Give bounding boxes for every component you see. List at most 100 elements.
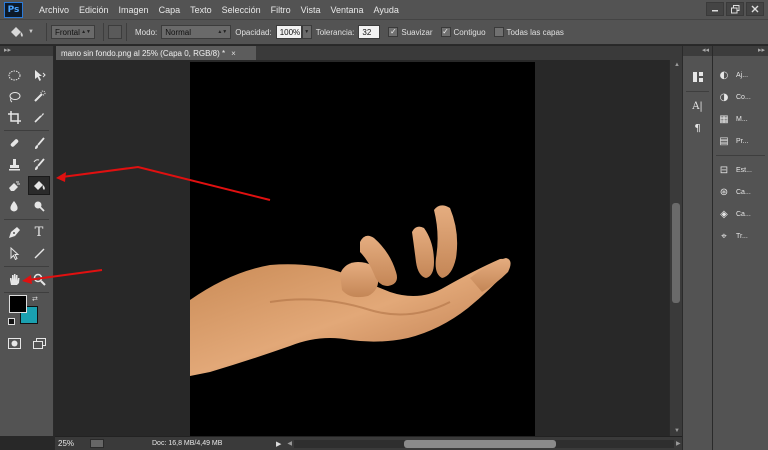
panel-layers[interactable]: ◈ Ca... [713, 203, 768, 225]
status-menu-arrow[interactable]: ▶ [276, 440, 281, 448]
toolbar-grip[interactable] [0, 56, 53, 65]
contiguous-checkbox[interactable]: ✓ [440, 27, 451, 37]
eyedropper-icon[interactable] [28, 108, 50, 127]
path-selection-icon[interactable] [3, 244, 25, 263]
fill-source-dropdown[interactable]: Frontal ▲▼ [51, 25, 95, 39]
panel-label: Ca... [736, 188, 751, 196]
hand-icon[interactable] [3, 270, 25, 289]
screen-mode-icon[interactable] [28, 334, 50, 353]
zoom-icon[interactable] [28, 270, 50, 289]
move-icon[interactable] [28, 66, 50, 85]
history-brush-icon[interactable] [28, 155, 50, 174]
smooth-checkbox[interactable]: ✓ [388, 27, 399, 37]
marquee-icon[interactable] [3, 66, 25, 85]
all-layers-option[interactable]: Todas las capas [493, 27, 564, 37]
panel-paths[interactable]: ⌖ Tr... [713, 225, 768, 247]
menu-ayuda[interactable]: Ayuda [369, 5, 404, 15]
menu-bar: Ps Archivo Edición Imagen Capa Texto Sel… [0, 0, 768, 19]
options-divider [126, 23, 127, 41]
foreground-color-swatch[interactable] [9, 295, 27, 313]
zoom-level[interactable]: 25% [58, 439, 90, 448]
panel-properties[interactable]: ▤ Pr... [713, 130, 768, 152]
menu-ventana[interactable]: Ventana [326, 5, 369, 15]
panel-adjustments[interactable]: ◐ Aj... [713, 64, 768, 86]
menu-imagen[interactable]: Imagen [114, 5, 154, 15]
quick-mask-icon[interactable] [3, 334, 25, 353]
dodge-icon[interactable] [28, 197, 50, 216]
menu-seleccion[interactable]: Selección [217, 5, 266, 15]
pen-icon[interactable] [3, 223, 25, 242]
healing-brush-icon[interactable] [3, 134, 25, 153]
type-icon[interactable]: T [28, 223, 50, 242]
restore-icon[interactable] [726, 2, 744, 16]
document-tab[interactable]: mano sin fondo.png al 25% (Capa 0, RGB/8… [56, 46, 256, 60]
tab-strip [256, 46, 684, 60]
dock-collapse-handle[interactable]: ◂◂ [683, 46, 712, 56]
swap-colors-icon[interactable]: ⇄ [32, 295, 38, 303]
menu-vista[interactable]: Vista [296, 5, 326, 15]
clone-stamp-icon[interactable] [3, 155, 25, 174]
blur-icon[interactable] [3, 197, 25, 216]
opacity-label: Opacidad: [235, 27, 272, 37]
mode-dropdown[interactable]: Normal ▲▼ [161, 25, 232, 39]
menu-capa[interactable]: Capa [154, 5, 186, 15]
paint-bucket-icon[interactable] [28, 176, 50, 195]
quick-selection-icon[interactable] [28, 87, 50, 106]
mode-label: Modo: [135, 27, 158, 37]
properties-icon: ▤ [719, 135, 729, 147]
smooth-option[interactable]: ✓ Suavizar [388, 27, 433, 37]
tool-row [0, 65, 53, 86]
history-panel-icon[interactable] [683, 66, 712, 88]
brush-icon[interactable] [28, 134, 50, 153]
tool-divider [4, 266, 49, 267]
scroll-down-icon[interactable]: ▼ [674, 428, 680, 434]
vertical-scroll-thumb[interactable] [672, 203, 680, 303]
close-icon[interactable] [746, 2, 764, 16]
line-icon[interactable] [28, 244, 50, 263]
channels-icon: ⊛ [719, 186, 729, 198]
menu-filtro[interactable]: Filtro [266, 5, 296, 15]
tools-panel: ▸▸ T ⇄ [0, 46, 54, 436]
minimize-icon[interactable] [706, 2, 724, 16]
proof-setup-icon[interactable] [90, 439, 104, 448]
vertical-scrollbar[interactable]: ▲ ▼ [669, 60, 682, 436]
default-colors-icon[interactable] [8, 318, 15, 325]
menu-archivo[interactable]: Archivo [34, 5, 74, 15]
panel-label: Co... [736, 93, 751, 101]
scroll-left-icon[interactable]: ◀ [287, 440, 292, 447]
menu-texto[interactable]: Texto [185, 5, 217, 15]
close-icon[interactable]: × [231, 49, 236, 58]
crop-icon[interactable] [3, 108, 25, 127]
document-canvas[interactable] [190, 62, 535, 436]
options-bar: ▼ Frontal ▲▼ Modo: Normal ▲▼ Opacidad: 1… [0, 19, 768, 45]
toolbar-collapse-handle[interactable]: ▸▸ [0, 46, 53, 56]
panel-channels[interactable]: ⊛ Ca... [713, 181, 768, 203]
eraser-icon[interactable] [3, 176, 25, 195]
contiguous-option[interactable]: ✓ Contiguo [440, 27, 486, 37]
canvas-workspace[interactable] [55, 60, 669, 436]
scroll-up-icon[interactable]: ▲ [674, 62, 680, 68]
tool-divider [4, 292, 49, 293]
paragraph-panel-icon[interactable]: ¶ [683, 117, 712, 139]
pattern-picker[interactable] [108, 25, 122, 39]
opacity-slider-toggle[interactable]: ▼ [301, 25, 312, 39]
menu-edicion[interactable]: Edición [74, 5, 114, 15]
character-panel-icon[interactable]: A| [683, 95, 712, 117]
tolerance-field[interactable]: 32 [358, 25, 381, 39]
tool-row [0, 243, 53, 264]
spinner-icon: ▲▼ [81, 29, 91, 35]
dock-collapse-handle[interactable]: ▸▸ [713, 46, 768, 56]
panel-swatches[interactable]: ▦ M... [713, 108, 768, 130]
scroll-right-icon[interactable]: ▶ [676, 440, 681, 447]
tool-preset-picker[interactable]: ▼ [8, 24, 42, 40]
horizontal-scrollbar[interactable] [294, 439, 675, 448]
hand-image [190, 205, 511, 376]
all-layers-checkbox[interactable] [493, 27, 504, 37]
panel-color[interactable]: ◑ Co... [713, 86, 768, 108]
opacity-field[interactable]: 100% [275, 25, 302, 39]
horizontal-scroll-thumb[interactable] [404, 439, 557, 448]
panel-styles[interactable]: ⊟ Est... [713, 159, 768, 181]
document-tab-title: mano sin fondo.png al 25% (Capa 0, RGB/8… [61, 48, 226, 58]
lasso-icon[interactable] [3, 87, 25, 106]
fill-source-value: Frontal [55, 27, 80, 37]
